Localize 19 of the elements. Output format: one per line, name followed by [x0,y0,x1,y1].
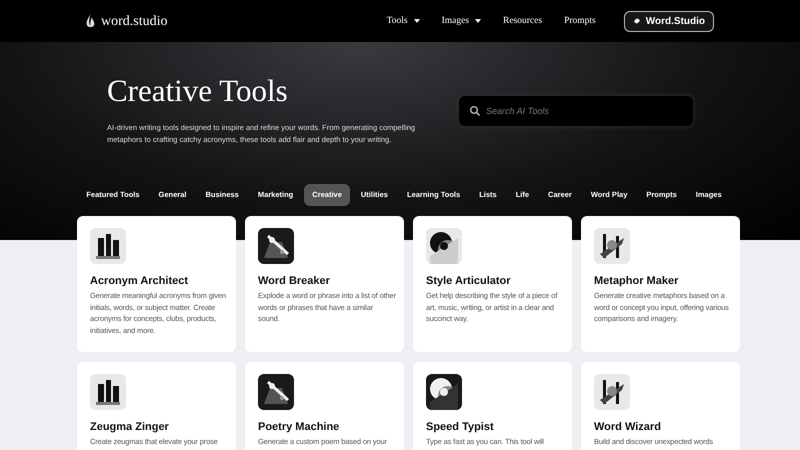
tool-title: Style Articulator [426,274,512,288]
tool-title: Word Wizard [594,420,662,434]
account-button[interactable]: Word.Studio [624,10,714,32]
flame-icon [86,14,95,28]
page-title: Creative Tools [107,72,289,110]
nav-link[interactable]: Resources [503,14,542,28]
search-icon [469,105,481,117]
nav-link[interactable]: Prompts [564,14,596,28]
tool-title: Acronym Architect [90,274,190,288]
tool-title: Zeugma Zinger [90,420,170,434]
tool-title: Word Breaker [258,274,331,288]
tool-title: Metaphor Maker [594,274,680,288]
gear-icon [632,17,641,25]
nav-link[interactable]: Images [442,14,482,28]
tool-title: Poetry Machine [258,420,340,434]
logo-text: word.studio [101,12,168,30]
tool-title: Speed Typist [426,420,495,434]
nav-link[interactable]: Tools [386,14,420,28]
search-field[interactable]: Search AI Tools [459,96,693,126]
